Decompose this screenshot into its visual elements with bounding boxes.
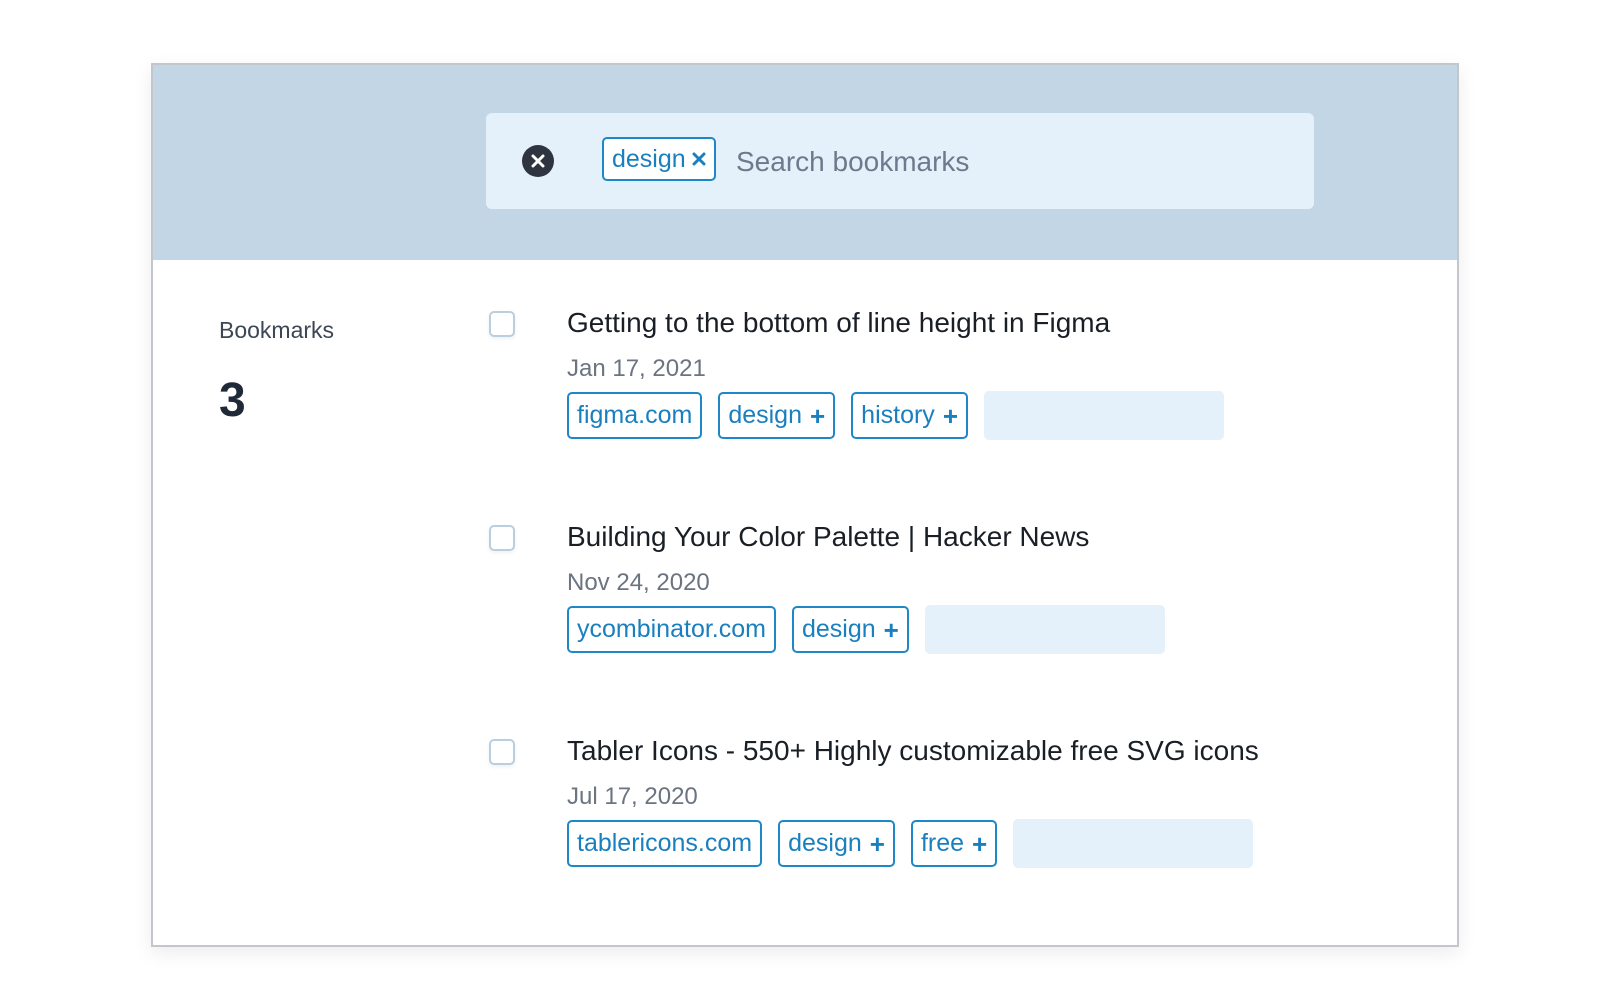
plus-icon: +	[869, 828, 885, 859]
bookmarks-window: design Bookmarks 3 Getting to the bottom…	[151, 63, 1459, 947]
domain-tag-label: figma.com	[577, 401, 693, 429]
bookmark-title[interactable]: Getting to the bottom of line height in …	[567, 307, 1110, 339]
tag-label: design	[728, 401, 802, 429]
bookmark-title[interactable]: Tabler Icons - 550+ Highly customizable …	[567, 735, 1259, 767]
plus-icon: +	[972, 828, 988, 859]
domain-tag[interactable]: figma.com	[567, 392, 703, 439]
clear-search-button[interactable]	[522, 145, 554, 177]
bookmark-tags: ycombinator.com design +	[567, 605, 1165, 654]
add-tag-input[interactable]	[924, 605, 1165, 654]
bookmark-title[interactable]: Building Your Color Palette | Hacker New…	[567, 521, 1089, 553]
search-input[interactable]	[734, 133, 1298, 191]
tag-design[interactable]: design +	[791, 606, 909, 653]
tag-label: history	[861, 401, 935, 429]
search-header: design	[153, 65, 1457, 260]
bookmark-date: Jul 17, 2020	[567, 783, 698, 810]
bookmark-checkbox[interactable]	[489, 311, 515, 337]
domain-tag[interactable]: tablericons.com	[567, 820, 763, 867]
add-tag-input[interactable]	[984, 391, 1224, 440]
tag-design[interactable]: design +	[778, 820, 895, 867]
bookmark-checkbox[interactable]	[489, 739, 515, 765]
bookmark-checkbox[interactable]	[489, 525, 515, 551]
tag-label: free	[920, 829, 965, 857]
domain-tag-label: tablericons.com	[577, 829, 753, 857]
add-tag-input[interactable]	[1013, 819, 1254, 868]
bookmark-date: Jan 17, 2021	[567, 355, 706, 382]
bookmark-tags: tablericons.com design + free +	[567, 819, 1254, 868]
bookmarks-count: 3	[219, 374, 246, 427]
plus-icon: +	[809, 400, 826, 431]
tag-design[interactable]: design +	[718, 392, 836, 439]
bookmarks-count-label: Bookmarks	[219, 317, 335, 343]
domain-tag-label: ycombinator.com	[577, 615, 766, 643]
tag-history[interactable]: history +	[851, 392, 968, 439]
search-box: design	[486, 113, 1314, 209]
close-circle-icon	[531, 154, 545, 168]
close-icon[interactable]	[692, 152, 706, 166]
bookmark-date: Nov 24, 2020	[567, 569, 710, 596]
tag-label: design	[801, 615, 876, 643]
plus-icon: +	[883, 614, 899, 645]
domain-tag[interactable]: ycombinator.com	[567, 606, 776, 653]
active-filter-tag[interactable]: design	[602, 137, 716, 181]
tag-free[interactable]: free +	[910, 820, 998, 867]
plus-icon: +	[942, 400, 958, 431]
bookmark-tags: figma.com design + history +	[567, 391, 1224, 440]
active-filter-tag-label: design	[612, 144, 686, 173]
tag-label: design	[788, 829, 862, 857]
